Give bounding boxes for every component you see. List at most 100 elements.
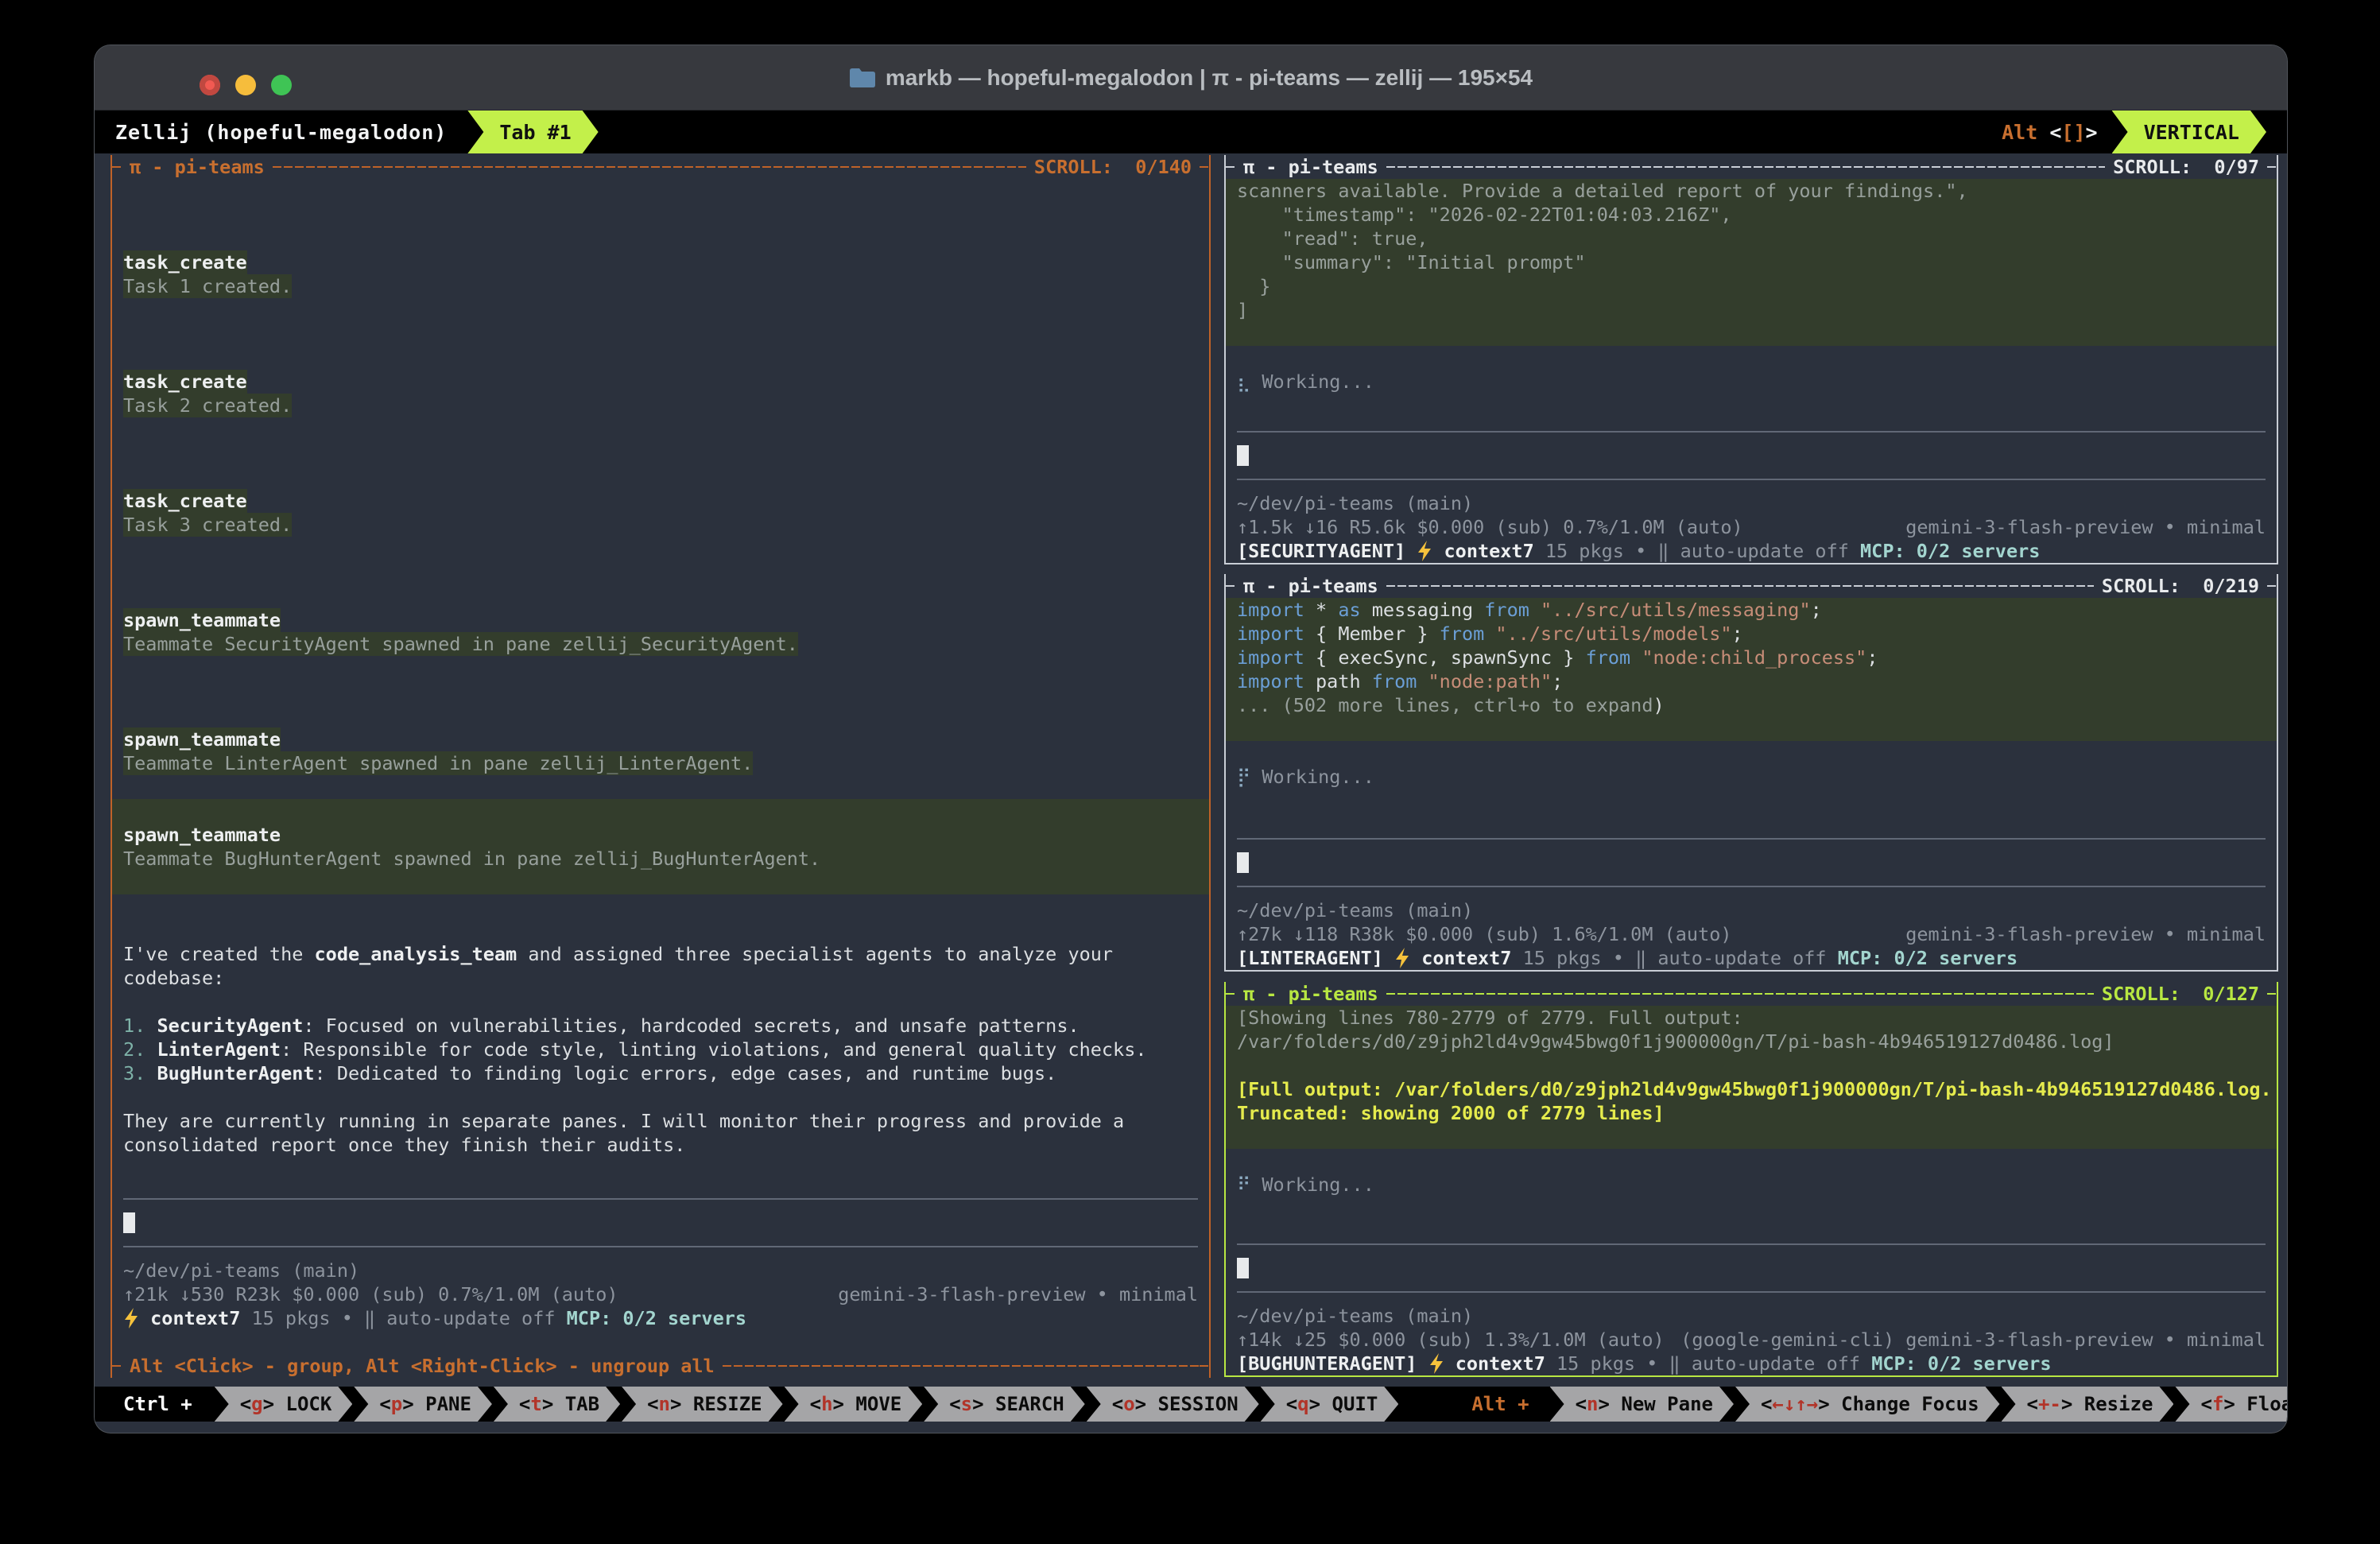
block-cursor[interactable] — [1237, 852, 1249, 873]
terminal-text: } — [1237, 274, 1270, 298]
terminal-text: from — [1372, 669, 1417, 693]
tab-1[interactable]: Tab #1 — [467, 111, 598, 153]
pane-header: π - pi-teams SCROLL: 0/127 — [1226, 982, 2277, 1006]
model-name: gemini-3-flash-preview • minimal — [1905, 515, 2266, 539]
terminal-row: import * as messaging from "../src/utils… — [1226, 598, 2277, 622]
terminal-row — [112, 680, 1209, 704]
terminal-row — [112, 465, 1209, 489]
separator-line — [112, 1187, 1209, 1211]
terminal-text: • — [1635, 539, 1657, 563]
terminal-row: 2. LinterAgent: Responsible for code sty… — [112, 1038, 1209, 1061]
terminal-text: Teammate BugHunterAgent spawned in pane … — [123, 847, 820, 871]
separator-line — [1226, 420, 2277, 444]
terminal-text: 15 pkgs — [1545, 1352, 1646, 1375]
token-stats-row: ↑27k ↓118 R38k $0.000 (sub) 1.6%/1.0M (a… — [1226, 922, 2277, 946]
pane-security-agent[interactable]: π - pi-teamsSCROLL: 0/97scanners availab… — [1224, 155, 2278, 564]
terminal-text: [BUGHUNTERAGENT] — [1237, 1352, 1428, 1375]
lightning-icon — [1428, 1353, 1444, 1374]
lightning-icon — [1394, 948, 1410, 968]
terminal-text: Alt — [2002, 121, 2049, 144]
terminal-row: consolidated report once they finish the… — [112, 1133, 1209, 1157]
keybind-label: PANE — [425, 1393, 471, 1415]
terminal-text: messaging — [1361, 598, 1485, 622]
terminal-text: Task 1 created. — [123, 274, 292, 298]
terminal-text: ‖ — [1669, 1352, 1692, 1375]
terminal-row: spawn_teammate — [112, 727, 1209, 751]
terminal-row — [112, 990, 1209, 1014]
terminal-text: • — [342, 1306, 364, 1330]
terminal-row — [112, 298, 1209, 322]
pane-title: π - pi-teams — [123, 155, 273, 179]
terminal-text: ‖ — [364, 1306, 386, 1330]
tabbar-mode-area: Alt <[]> VERTICAL — [2002, 111, 2287, 153]
terminal-text: task_create — [123, 489, 247, 513]
zellij-status-bar: Ctrl +<g> LOCK<p> PANE<t> TAB<n> RESIZE<… — [95, 1387, 2287, 1422]
terminal-text: 2. — [123, 1038, 157, 1061]
token-stats: ↑21k ↓530 R23k $0.000 (sub) 0.7%/1.0M (a… — [123, 1282, 618, 1306]
terminal-row — [112, 561, 1209, 584]
terminal-text: 15 pkgs — [240, 1306, 341, 1330]
terminal-text: spawn_teammate — [123, 727, 281, 751]
close-button[interactable] — [200, 75, 220, 95]
pane-orchestrator[interactable]: π - pi-teamsSCROLL: 0/140task_createTask… — [110, 155, 1211, 1378]
terminal-text: import — [1237, 669, 1304, 693]
working-spinner: ⣆ Working... — [1226, 370, 2277, 394]
lightning-icon — [1417, 541, 1432, 561]
terminal-text: 1. — [123, 1014, 157, 1038]
model-name: gemini-3-flash-preview • minimal — [838, 1282, 1198, 1306]
terminal-row: Task 1 created. — [112, 274, 1209, 298]
keybind-label: Change Focus — [1841, 1393, 1979, 1415]
pane-body: import * as messaging from "../src/utils… — [1226, 598, 2277, 970]
terminal-row: /var/folders/d0/z9jph2ld4v9gw45bwg0f1j90… — [1226, 1030, 2277, 1053]
block-cursor[interactable] — [1237, 1258, 1249, 1278]
terminal-row — [112, 775, 1209, 799]
terminal-row: task_create — [112, 489, 1209, 513]
cwd-row: ~/dev/pi-teams (main) — [1226, 898, 2277, 922]
terminal-text: consolidated report once they finish the… — [123, 1133, 685, 1157]
pane-bughunter-agent[interactable]: π - pi-teamsSCROLL: 0/127[Showing lines … — [1224, 982, 2278, 1377]
pane-scroll-indicator: SCROLL: 0/219 — [2094, 574, 2267, 598]
model-name: (google-gemini-cli) gemini-3-flash-previ… — [1680, 1328, 2266, 1352]
terminal-text: task_create — [123, 250, 247, 274]
terminal-row — [1226, 346, 2277, 370]
session-name: Zellij (hopeful-megalodon) — [95, 121, 447, 144]
block-cursor[interactable] — [123, 1212, 135, 1233]
pane-title: π - pi-teams — [1237, 982, 1386, 1006]
pane-linter-agent[interactable]: π - pi-teamsSCROLL: 0/219import * as mes… — [1224, 574, 2278, 972]
terminal-text: context7 — [150, 1306, 240, 1330]
terminal-text — [1432, 539, 1444, 563]
pane-footer-hint: Alt <Click> - group, Alt <Right-Click> -… — [123, 1354, 723, 1378]
terminal-text: • — [1613, 946, 1635, 970]
cursor-row — [1226, 1256, 2277, 1280]
terminal-text: ~/dev/pi-teams (main) — [1237, 1304, 1473, 1328]
terminal-row: ] — [1226, 298, 2277, 322]
terminal-row — [1226, 1053, 2277, 1077]
token-stats-row: ↑21k ↓530 R23k $0.000 (sub) 0.7%/1.0M (a… — [112, 1282, 1209, 1306]
terminal-row: They are currently running in separate p… — [112, 1109, 1209, 1133]
terminal-text: : Dedicated to finding logic errors, edg… — [315, 1061, 1057, 1085]
terminal-row — [112, 918, 1209, 942]
keybind-change-focus: <←↓↑→> Change Focus — [1735, 1387, 2000, 1422]
keybind-floating: <f> Floating — [2175, 1387, 2287, 1422]
pane-scroll-indicator: SCROLL: 0/127 — [2094, 982, 2267, 1006]
terminal-text: auto-update off — [386, 1306, 566, 1330]
working-spinner: ⠟ Working... — [1226, 1173, 2277, 1197]
terminal-text: "node:child_process" — [1642, 646, 1866, 669]
context-status-row: [LINTERAGENT] context7 15 pkgs • ‖ auto-… — [1226, 946, 2277, 970]
window-titlebar[interactable]: markb — hopeful-megalodon | π - pi-teams… — [95, 45, 2287, 111]
zoom-button[interactable] — [271, 75, 292, 95]
keybind-key: <g> — [240, 1393, 286, 1415]
keybind-key: <t> — [519, 1393, 565, 1415]
token-stats: ↑27k ↓118 R38k $0.000 (sub) 1.6%/1.0M (a… — [1237, 922, 1732, 946]
block-cursor[interactable] — [1237, 445, 1249, 466]
terminal-text: Task 2 created. — [123, 394, 292, 417]
cwd-row: ~/dev/pi-teams (main) — [112, 1259, 1209, 1282]
keybind-move: <h> MOVE — [785, 1387, 923, 1422]
terminal-text: code_analysis_team — [315, 942, 517, 966]
cwd-row: ~/dev/pi-teams (main) — [1226, 1304, 2277, 1328]
terminal-text: 3. — [123, 1061, 157, 1085]
minimize-button[interactable] — [235, 75, 256, 95]
pane-header: π - pi-teamsSCROLL: 0/219 — [1226, 574, 2277, 598]
separator-line — [1226, 467, 2277, 491]
terminal-text: import — [1237, 598, 1304, 622]
